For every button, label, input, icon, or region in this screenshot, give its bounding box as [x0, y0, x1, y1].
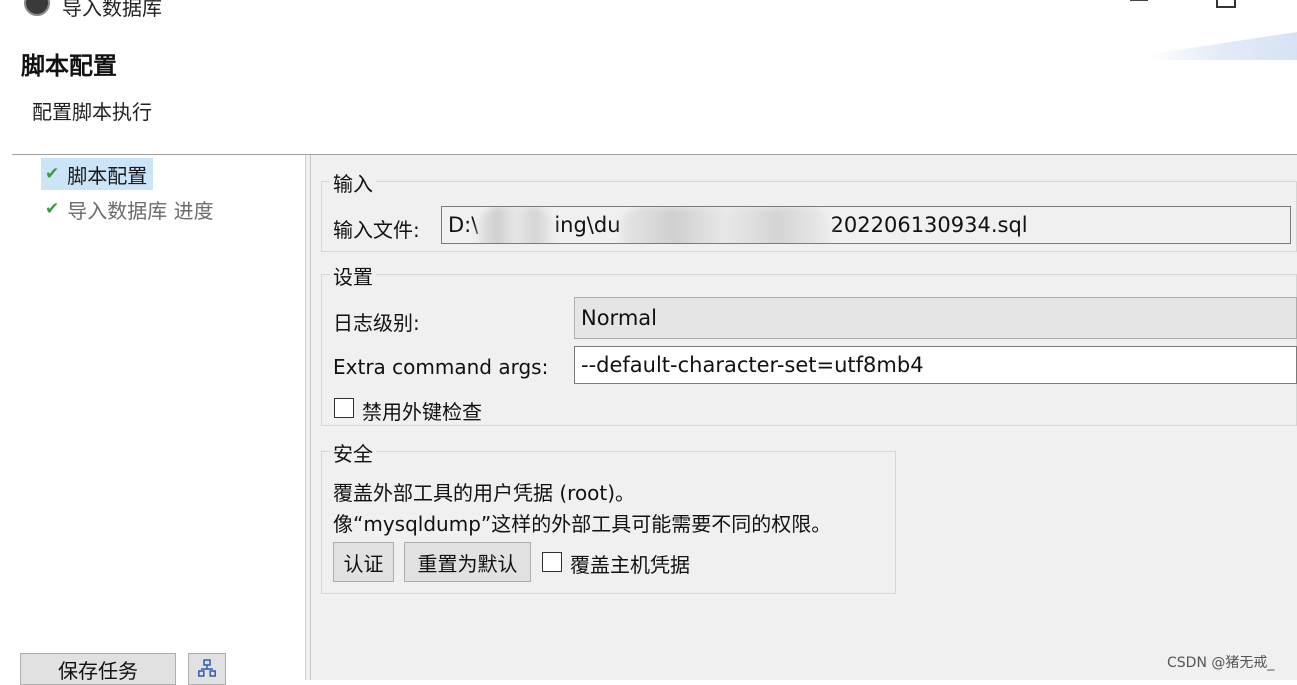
input-group-title: 输入	[330, 168, 376, 197]
minimize-icon[interactable]	[1130, 0, 1148, 1]
nav-item-label: 脚本配置	[67, 163, 148, 188]
window-title: 导入数据库	[62, 0, 162, 20]
input-file-field[interactable]: D:\ ing\du 202206130934.sql	[441, 206, 1291, 244]
input-file-label: 输入文件:	[333, 218, 420, 242]
nav-item-script-config[interactable]: ✔ 脚本配置	[41, 158, 154, 190]
disable-fk-label: 禁用外键检查	[362, 400, 482, 424]
panel-splitter[interactable]	[306, 155, 311, 680]
redacted-region	[620, 207, 831, 243]
wizard-nav-panel: ✔ 脚本配置 ✔ 导入数据库 进度 保存任务	[12, 155, 306, 685]
dbeaver-beaver-icon	[24, 0, 50, 16]
wizard-body: ✔ 脚本配置 ✔ 导入数据库 进度 保存任务 输入 输入文件: D:\ ing\…	[12, 154, 1297, 685]
header-decoration	[1150, 30, 1297, 60]
nav-item-label: 导入数据库 进度	[67, 198, 214, 223]
check-icon: ✔	[45, 199, 60, 219]
disable-fk-checkbox[interactable]	[334, 398, 354, 418]
nav-item-import-progress[interactable]: ✔ 导入数据库 进度	[41, 193, 220, 225]
input-file-prefix: D:\	[448, 213, 479, 237]
security-description-line2: 像“mysqldump”这样的外部工具可能需要不同的权限。	[333, 512, 832, 536]
security-group-title: 安全	[330, 438, 376, 467]
save-task-button[interactable]: 保存任务	[20, 653, 176, 685]
settings-group-title: 设置	[330, 261, 376, 290]
log-level-label: 日志级别:	[333, 311, 420, 335]
csdn-watermark: CSDN @猪无戒_	[1167, 655, 1275, 671]
security-description-line1: 覆盖外部工具的用户凭据 (root)。	[333, 481, 636, 505]
override-host-checkbox[interactable]	[542, 552, 562, 572]
extra-args-label: Extra command args:	[333, 355, 549, 379]
extra-args-input[interactable]: --default-character-set=utf8mb4	[574, 346, 1297, 384]
input-file-suffix: 202206130934.sql	[830, 213, 1028, 237]
override-host-label: 覆盖主机凭据	[570, 553, 690, 577]
log-level-select[interactable]: Normal	[574, 297, 1297, 339]
redacted-region	[478, 207, 555, 243]
task-tree-icon	[198, 659, 216, 677]
title-bar: 导入数据库	[0, 0, 1297, 20]
auth-button[interactable]: 认证	[333, 542, 394, 582]
check-icon: ✔	[45, 164, 60, 184]
page-title: 脚本配置	[21, 52, 117, 80]
maximize-icon[interactable]	[1216, 0, 1236, 8]
input-file-mid: ing\du	[554, 213, 621, 237]
page-subtitle: 配置脚本执行	[32, 100, 152, 124]
task-tree-button[interactable]	[188, 653, 226, 685]
reset-default-button[interactable]: 重置为默认	[404, 542, 531, 582]
